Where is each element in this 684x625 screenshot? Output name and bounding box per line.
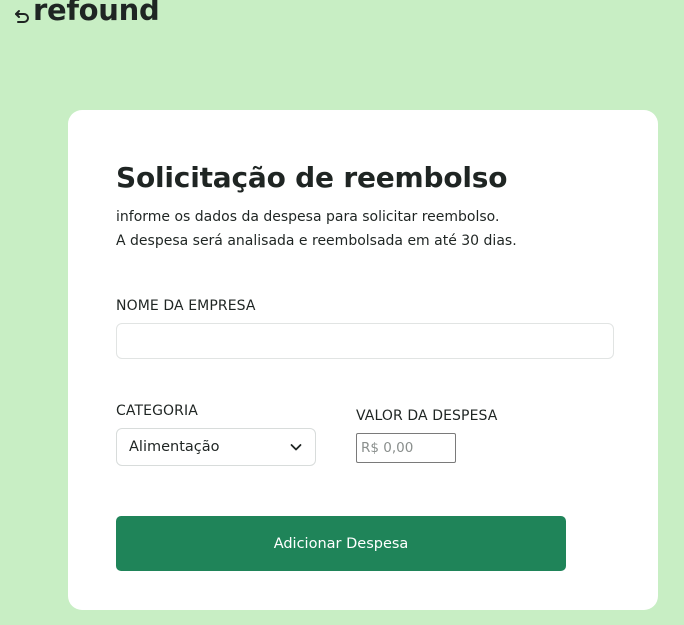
- add-expense-button[interactable]: Adicionar Despesa: [116, 516, 566, 571]
- amount-input[interactable]: [356, 433, 456, 463]
- return-arrow-icon: [15, 10, 29, 23]
- category-select[interactable]: Alimentação: [116, 428, 316, 466]
- reimbursement-card: Solicitação de reembolso informe os dado…: [68, 110, 658, 610]
- page-title: Solicitação de reembolso: [116, 161, 508, 194]
- brand-logo[interactable]: refound: [12, 0, 160, 29]
- brand-name: refound: [33, 0, 160, 27]
- subtitle-line-1: informe os dados da despesa para solicit…: [116, 209, 500, 225]
- chevron-down-icon: [290, 444, 302, 451]
- subtitle-line-2: A despesa será analisada e reembolsada e…: [116, 233, 517, 249]
- category-label: CATEGORIA: [116, 403, 198, 419]
- category-selected-value: Alimentação: [129, 439, 220, 455]
- amount-label: VALOR DA DESPESA: [356, 408, 498, 424]
- company-name-label: NOME DA EMPRESA: [116, 298, 256, 314]
- page-subtitle: informe os dados da despesa para solicit…: [116, 205, 517, 253]
- company-name-input[interactable]: [116, 323, 614, 359]
